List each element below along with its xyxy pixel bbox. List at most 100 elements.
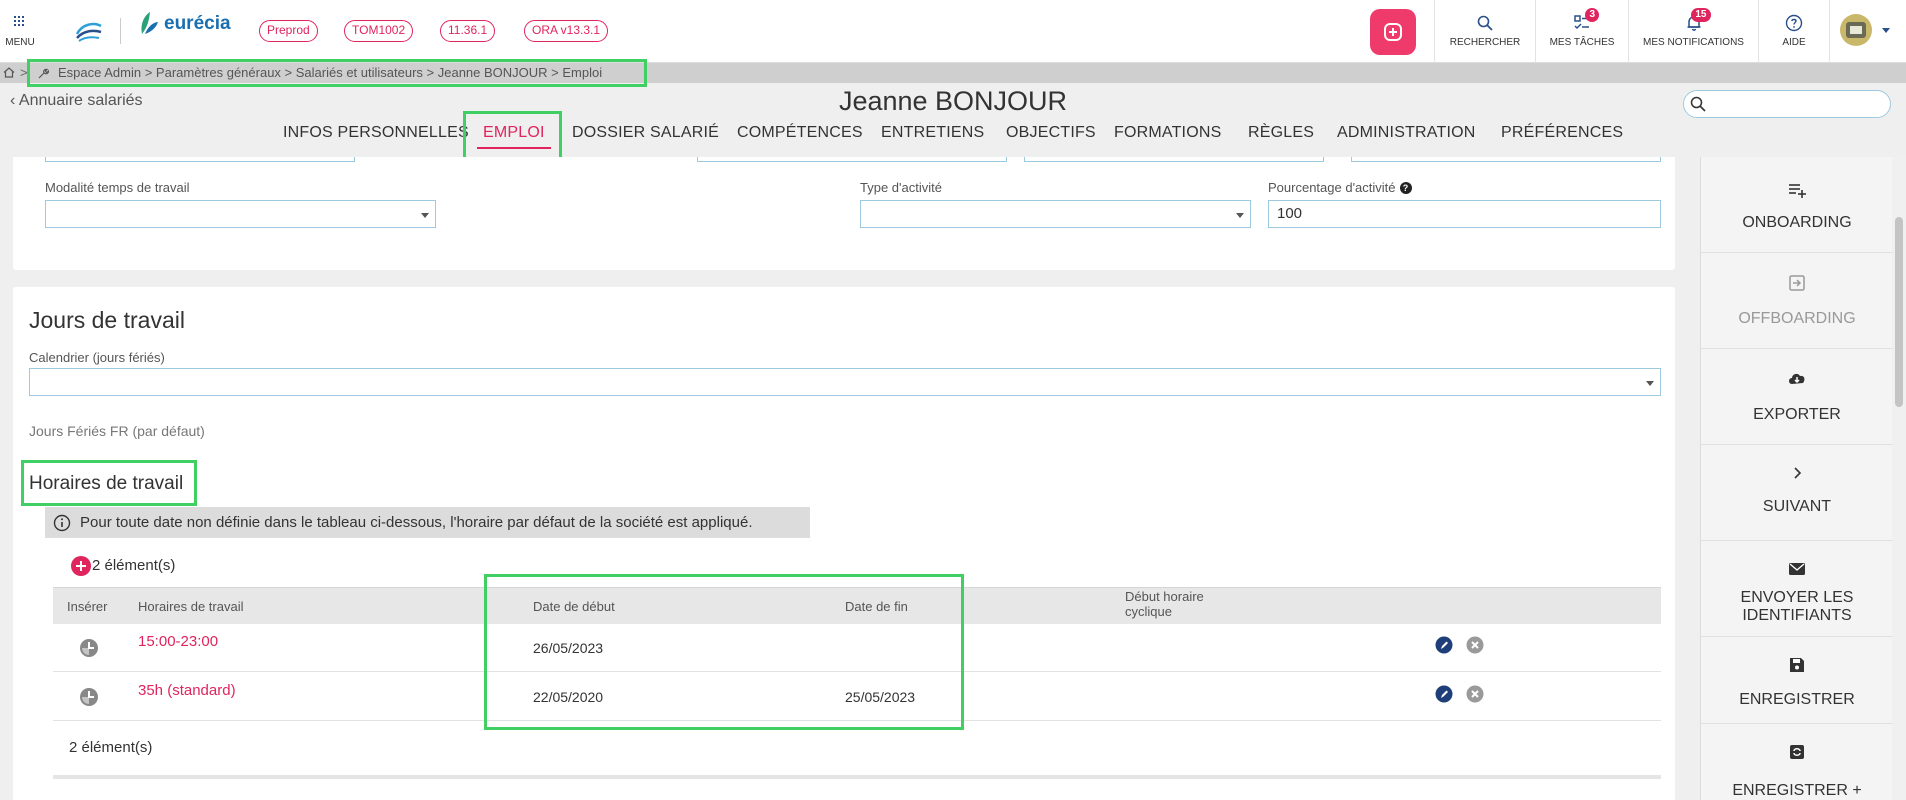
export-label: EXPORTER <box>1753 406 1841 423</box>
question-icon[interactable]: ? <box>1399 182 1412 194</box>
save-icon <box>1790 658 1804 672</box>
tab-dossier-salarie[interactable]: DOSSIER SALARIÉ <box>572 124 719 142</box>
caret-down-icon <box>1236 213 1244 218</box>
save-label: ENREGISTRER <box>1739 691 1855 708</box>
calendar-select[interactable] <box>29 368 1661 396</box>
add-row-button[interactable] <box>71 556 91 576</box>
menu-button[interactable]: MENU <box>0 0 40 63</box>
notifications-tool-button[interactable]: 15 MES NOTIFICATIONS <box>1628 0 1758 63</box>
insert-clock-icon[interactable] <box>79 687 99 707</box>
type-activite-label: Type d'activité <box>860 180 942 195</box>
help-tool-label: AIDE <box>1782 37 1806 48</box>
tasks-tool-label: MES TÂCHES <box>1549 37 1615 48</box>
jours-title: Jours de travail <box>29 307 185 333</box>
modalite-select[interactable] <box>45 200 436 228</box>
offboarding-button[interactable]: OFFBOARDING <box>1701 253 1893 349</box>
horaires-title: Horaires de travail <box>29 473 184 494</box>
avatar <box>1840 14 1872 46</box>
pourcentage-label: Pourcentage d'activité? <box>1268 180 1412 195</box>
quick-add-button[interactable] <box>1370 9 1416 55</box>
tasks-count-badge: 3 <box>1585 8 1599 22</box>
env-badge-preprod: Preprod <box>259 20 318 42</box>
notifications-count-badge: 15 <box>1691 8 1711 22</box>
export-button[interactable]: EXPORTER <box>1701 349 1893 445</box>
brand-name: eurécia <box>164 13 231 34</box>
save-button[interactable]: ENREGISTRER <box>1701 637 1893 724</box>
col-debut-cyclique[interactable]: Début horaire cyclique <box>1125 589 1225 619</box>
onboarding-button[interactable]: ONBOARDING <box>1701 157 1893 253</box>
breadcrumb-path[interactable]: Espace Admin > Paramètres généraux > Sal… <box>58 65 602 80</box>
field-above-1[interactable] <box>45 157 355 162</box>
scrollbar-thumb[interactable] <box>1895 217 1903 407</box>
tab-regles[interactable]: RÈGLES <box>1248 124 1314 142</box>
table-footer-divider <box>53 775 1661 779</box>
scrollbar[interactable] <box>1892 157 1906 800</box>
tab-formations[interactable]: FORMATIONS <box>1114 124 1221 142</box>
edit-icon[interactable] <box>1435 685 1453 703</box>
chevron-down-icon <box>1882 28 1890 33</box>
pourcentage-value: 100 <box>1277 205 1303 222</box>
chevron-right-icon <box>1794 467 1802 479</box>
save-plus-button[interactable]: ENREGISTRER + <box>1701 724 1893 800</box>
plus-square-icon <box>1384 23 1402 41</box>
field-above-2[interactable] <box>697 157 1007 162</box>
save-refresh-icon <box>1790 745 1804 759</box>
tab-competences[interactable]: COMPÉTENCES <box>737 124 863 142</box>
tab-preferences[interactable]: PRÉFÉRENCES <box>1501 124 1623 142</box>
onboarding-label: ONBOARDING <box>1742 214 1852 231</box>
logo-divider <box>120 18 121 44</box>
search-tool-button[interactable]: RECHERCHER <box>1434 0 1535 63</box>
envelope-icon <box>1789 563 1805 575</box>
search-icon <box>1690 96 1706 112</box>
user-menu-button[interactable] <box>1829 0 1906 63</box>
env-badge-client: TOM1002 <box>344 20 414 42</box>
tab-infos-personnelles[interactable]: INFOS PERSONNELLES <box>283 124 469 142</box>
tab-objectifs[interactable]: OBJECTIFS <box>1006 124 1096 142</box>
save-plus-label: ENREGISTRER + <box>1732 782 1862 799</box>
field-above-4[interactable] <box>1351 157 1661 162</box>
menu-label: MENU <box>5 37 35 48</box>
next-label: SUIVANT <box>1762 498 1832 515</box>
col-inserer[interactable]: Insérer <box>67 599 107 614</box>
work-time-card: Modalité temps de travail Type d'activit… <box>13 157 1675 270</box>
tasks-tool-button[interactable]: 3 MES TÂCHES <box>1535 0 1628 63</box>
env-badge-ora: ORA v13.3.1 <box>524 20 609 42</box>
search-input[interactable] <box>1708 94 1883 114</box>
horaire-link[interactable]: 15:00-23:00 <box>138 633 218 650</box>
insert-clock-icon[interactable] <box>79 638 99 658</box>
grid-icon <box>14 16 25 26</box>
search-icon <box>1477 15 1493 31</box>
help-tool-button[interactable]: AIDE <box>1758 0 1829 63</box>
breadcrumb: Espace Admin > Paramètres généraux > Sal… <box>27 59 647 87</box>
help-icon <box>1785 14 1803 32</box>
bell-icon: 15 <box>1685 8 1711 32</box>
element-count-bottom: 2 élément(s) <box>69 739 153 756</box>
action-panel: ONBOARDING OFFBOARDING EXPORTER SUIVANT … <box>1700 157 1893 800</box>
delete-icon[interactable] <box>1466 636 1484 654</box>
pourcentage-input[interactable]: 100 <box>1268 200 1661 228</box>
home-icon[interactable] <box>3 67 15 78</box>
horaire-link[interactable]: 35h (standard) <box>138 682 236 699</box>
caret-down-icon <box>1646 381 1654 386</box>
dates-highlight <box>484 574 964 730</box>
next-button[interactable]: SUIVANT <box>1701 445 1893 541</box>
field-above-3[interactable] <box>1024 157 1324 162</box>
calendar-label: Calendrier (jours fériés) <box>29 350 165 365</box>
pourcentage-label-text: Pourcentage d'activité <box>1268 180 1396 195</box>
delete-icon[interactable] <box>1466 685 1484 703</box>
default-holidays-note: Jours Fériés FR (par défaut) <box>29 423 205 439</box>
tab-administration[interactable]: ADMINISTRATION <box>1337 124 1476 142</box>
employee-search[interactable] <box>1683 90 1891 118</box>
send-credentials-label: ENVOYER LES IDENTIFIANTS <box>1740 589 1854 624</box>
col-horaires[interactable]: Horaires de travail <box>138 599 244 614</box>
send-credentials-button[interactable]: ENVOYER LES IDENTIFIANTS <box>1701 541 1893 637</box>
edit-icon[interactable] <box>1435 636 1453 654</box>
top-bar: MENU eurécia Preprod TOM1002 11.36.1 ORA… <box>0 0 1906 63</box>
app-logo-icon[interactable] <box>74 18 104 44</box>
info-icon <box>53 514 71 532</box>
type-activite-select[interactable] <box>860 200 1251 228</box>
leaf-logo-icon <box>141 12 158 34</box>
tab-entretiens[interactable]: ENTRETIENS <box>881 124 984 142</box>
modalite-label: Modalité temps de travail <box>45 180 190 195</box>
caret-down-icon <box>421 213 429 218</box>
